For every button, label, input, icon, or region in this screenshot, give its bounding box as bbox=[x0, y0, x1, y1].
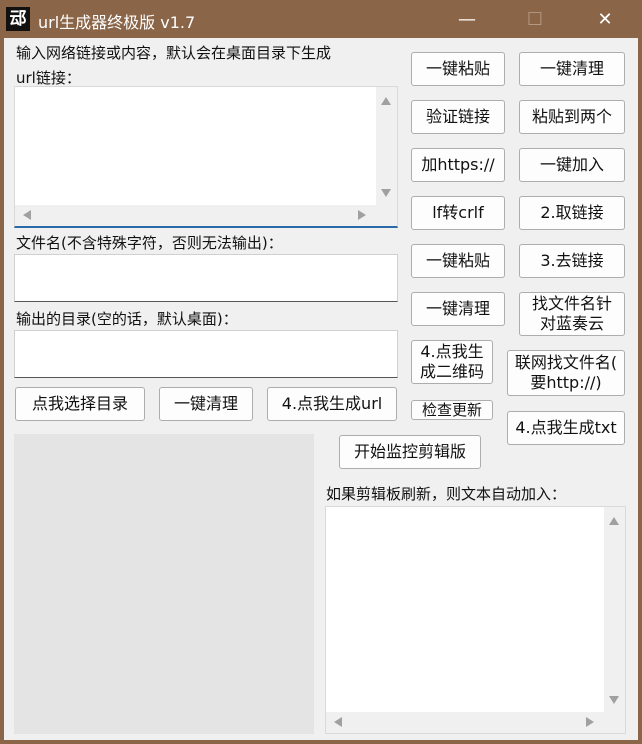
check-update-button[interactable]: 检查更新 bbox=[411, 400, 493, 420]
close-button[interactable]: ✕ bbox=[582, 0, 628, 38]
window-title: url生成器终极版 v1.7 bbox=[38, 13, 196, 32]
paste-to-both-button[interactable]: 粘贴到两个 bbox=[519, 100, 625, 134]
remove-link-button[interactable]: 3.去链接 bbox=[519, 244, 625, 278]
clipboard-label: 如果剪辑板刷新，则文本自动加入： bbox=[326, 485, 567, 503]
clipboard-vertical-scrollbar[interactable] bbox=[604, 507, 625, 712]
clear-left-button[interactable]: 一键清理 bbox=[159, 387, 253, 421]
url-input-textarea[interactable] bbox=[14, 86, 398, 228]
choose-dir-button[interactable]: 点我选择目录 bbox=[15, 387, 145, 421]
verify-link-button[interactable]: 验证链接 bbox=[411, 100, 505, 134]
paste-button-2[interactable]: 一键粘贴 bbox=[411, 244, 505, 278]
start-monitor-button[interactable]: 开始监控剪辑版 bbox=[339, 435, 481, 469]
scroll-down-icon[interactable] bbox=[609, 696, 619, 704]
app-icon: 䢵 bbox=[6, 7, 30, 31]
lf-to-crlf-button[interactable]: lf转crlf bbox=[411, 196, 505, 230]
qrcode-line1: 4.点我生 bbox=[420, 342, 484, 361]
scroll-right-icon[interactable] bbox=[358, 210, 366, 220]
scroll-left-icon[interactable] bbox=[334, 717, 342, 727]
find-filename-lanzou-button[interactable]: 找文件名针 对蓝奏云 bbox=[519, 292, 625, 336]
generate-txt-button[interactable]: 4.点我生成txt bbox=[507, 411, 625, 445]
scroll-left-icon[interactable] bbox=[23, 210, 31, 220]
online-find-line1: 联网找文件名( bbox=[514, 353, 618, 372]
clear-button-2[interactable]: 一键清理 bbox=[411, 292, 505, 326]
scroll-down-icon[interactable] bbox=[381, 189, 391, 197]
scroll-corner bbox=[604, 712, 625, 733]
input-vertical-scrollbar[interactable] bbox=[376, 87, 397, 205]
outdir-input[interactable] bbox=[14, 330, 398, 378]
outdir-label: 输出的目录(空的话，默认桌面)： bbox=[16, 310, 238, 328]
get-link-button[interactable]: 2.取链接 bbox=[519, 196, 625, 230]
generate-url-button[interactable]: 4.点我生成url bbox=[267, 387, 397, 421]
title-bar: 䢵 url生成器终极版 v1.7 — ☐ ✕ bbox=[0, 0, 642, 38]
clear-right-button[interactable]: 一键清理 bbox=[519, 52, 625, 86]
paste-button[interactable]: 一键粘贴 bbox=[411, 52, 505, 86]
qrcode-line2: 成二维码 bbox=[419, 362, 484, 381]
filename-label: 文件名(不含特殊字符，否则无法输出)： bbox=[16, 234, 283, 252]
clipboard-horizontal-scrollbar[interactable] bbox=[326, 712, 604, 733]
input-horizontal-scrollbar[interactable] bbox=[15, 205, 376, 226]
filename-input[interactable] bbox=[14, 254, 398, 302]
client-area: 输入网络链接或内容，默认会在桌面目录下生成 url链接： 文件名(不含特殊字符，… bbox=[4, 38, 638, 740]
maximize-button[interactable]: ☐ bbox=[512, 0, 558, 38]
online-find-line2: 要http://) bbox=[530, 373, 602, 392]
scroll-up-icon[interactable] bbox=[381, 97, 391, 105]
scroll-right-icon[interactable] bbox=[586, 717, 594, 727]
find-filename-line1: 找文件名针 bbox=[531, 294, 612, 313]
minimize-button[interactable]: — bbox=[444, 0, 490, 38]
add-https-button[interactable]: 加https:// bbox=[411, 148, 505, 182]
add-all-button[interactable]: 一键加入 bbox=[519, 148, 625, 182]
online-find-filename-button[interactable]: 联网找文件名( 要http://) bbox=[507, 350, 625, 396]
input-label-line1: 输入网络链接或内容，默认会在桌面目录下生成 bbox=[16, 44, 332, 62]
qrcode-panel bbox=[14, 434, 314, 734]
generate-qrcode-button[interactable]: 4.点我生 成二维码 bbox=[411, 340, 493, 384]
clipboard-textarea[interactable] bbox=[325, 506, 626, 734]
scroll-corner bbox=[376, 205, 397, 226]
find-filename-line2: 对蓝奏云 bbox=[539, 314, 604, 333]
scroll-up-icon[interactable] bbox=[609, 517, 619, 525]
